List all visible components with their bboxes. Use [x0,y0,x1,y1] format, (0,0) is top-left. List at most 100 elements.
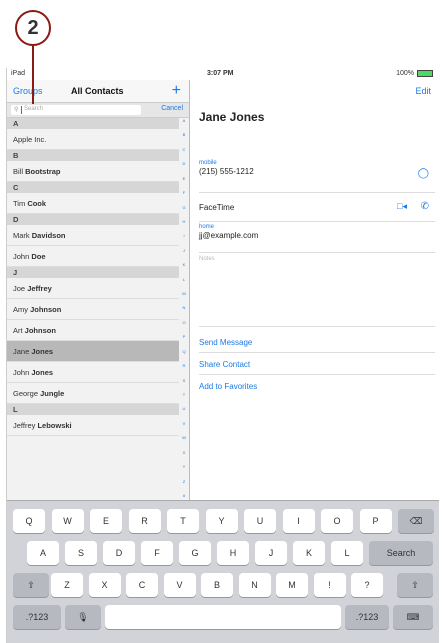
video-call-icon[interactable]: □◂ [397,201,407,212]
search-key[interactable]: Search [369,541,433,565]
contact-last-name: Jeffrey [27,284,52,293]
contact-last-name: Cook [27,199,47,208]
letter-key[interactable]: H [217,541,249,565]
groups-button[interactable]: Groups [13,86,43,96]
index-letter[interactable]: T [179,392,189,397]
letter-key[interactable]: C [126,573,158,597]
letter-key[interactable]: M [276,573,308,597]
delete-key[interactable]: ⌫ [398,509,434,533]
cancel-button[interactable]: Cancel [161,105,183,112]
index-letter[interactable]: M [179,291,189,296]
index-letter[interactable]: C [179,147,189,152]
letter-key[interactable]: K [293,541,325,565]
section-index[interactable]: A B C D E F G H I J K L M N O P Q R S T U V W X Y Z # [179,118,189,498]
letter-key[interactable]: A [27,541,59,565]
shift-key[interactable]: ⇧ [13,573,49,597]
letter-key[interactable]: R [128,509,161,533]
contact-first-name: George [13,389,41,398]
add-contact-button[interactable]: + [172,82,181,100]
contact-row[interactable]: Mark Davidson [7,225,179,246]
index-letter[interactable]: J [179,248,189,253]
contact-row[interactable]: Amy Johnson [7,299,179,320]
index-letter[interactable]: S [179,378,189,383]
letter-key[interactable]: P [359,509,392,533]
contact-row[interactable]: George Jungle [7,383,179,404]
send-message-button[interactable]: Send Message [199,338,252,347]
index-letter[interactable]: R [179,363,189,368]
index-letter[interactable]: Z [179,479,189,484]
contact-first-name: Jane [13,347,32,356]
letter-key[interactable]: L [331,541,363,565]
space-bar[interactable] [105,605,341,629]
contact-row[interactable]: Jeffrey Lebowski [7,415,179,436]
letter-key[interactable]: J [255,541,287,565]
contact-row[interactable]: Bill Bootstrap [7,161,179,182]
letter-key[interactable]: Y [205,509,238,533]
contact-row[interactable]: John Jones [7,362,179,383]
letter-key[interactable]: S [65,541,97,565]
letter-key[interactable]: T [167,509,199,533]
contact-row[interactable]: Jane Jones [7,341,179,362]
hide-keyboard-key[interactable]: ⌨ [393,605,433,629]
letter-key[interactable]: O [321,509,353,533]
index-letter[interactable]: O [179,320,189,325]
dictation-key[interactable]: 🎙 [65,605,101,629]
add-to-favorites-button[interactable]: Add to Favorites [199,382,257,391]
contact-first-name: Tim [13,199,28,208]
edit-button[interactable]: Edit [415,86,431,96]
contact-row[interactable]: Apple Inc. [7,129,179,150]
letter-key[interactable]: N [238,573,271,597]
mobile-field[interactable]: mobile (215) 555-1212 ◯ [199,160,435,193]
numbers-key[interactable]: .?123 [13,605,61,629]
letter-key[interactable]: X [88,573,121,597]
letter-key[interactable]: W [51,509,84,533]
letter-key[interactable]: Z [51,573,83,597]
contact-row[interactable]: Joe Jeffrey [7,278,179,299]
index-letter[interactable]: G [179,205,189,210]
message-icon[interactable]: ◯ [418,168,429,179]
letter-key[interactable]: Q [13,509,45,533]
section-header: B [7,150,179,161]
notes-field[interactable]: Notes [199,256,435,327]
index-letter[interactable]: Y [179,464,189,469]
letter-key[interactable]: G [179,541,211,565]
search-input[interactable]: ⚲ Search [11,105,141,115]
contact-row[interactable]: John Doe [7,246,179,267]
index-letter[interactable]: U [179,406,189,411]
email-value[interactable]: jj@example.com [199,231,435,240]
email-field[interactable]: home jj@example.com [199,224,435,253]
index-letter[interactable]: E [179,176,189,181]
index-letter[interactable]: N [179,305,189,310]
shift-key[interactable]: ⇧ [397,573,433,597]
contacts-list-pane: Groups All Contacts + ⚲ Search Cancel AA… [7,80,190,500]
index-letter[interactable]: P [179,334,189,339]
index-letter[interactable]: K [179,262,189,267]
letter-key[interactable]: F [141,541,173,565]
index-letter[interactable]: X [179,450,189,455]
letter-key[interactable]: D [103,541,135,565]
index-letter[interactable]: I [179,233,189,238]
letter-key[interactable]: E [90,509,122,533]
letter-key[interactable]: V [163,573,196,597]
index-letter[interactable]: D [179,161,189,166]
letter-key[interactable]: B [201,573,233,597]
index-letter[interactable]: W [179,435,189,440]
index-letter[interactable]: H [179,219,189,224]
index-letter[interactable]: B [179,132,189,137]
letter-key[interactable]: ! [313,573,346,597]
letter-key[interactable]: I [282,509,315,533]
phone-icon[interactable]: ✆ [421,201,429,212]
contact-row[interactable]: Art Johnson [7,320,179,341]
letter-key[interactable]: U [244,509,276,533]
contact-row[interactable]: Tim Cook [7,193,179,214]
index-letter[interactable]: L [179,277,189,282]
index-letter[interactable]: F [179,190,189,195]
letter-key[interactable]: ? [351,573,383,597]
index-letter[interactable]: V [179,421,189,426]
share-contact-button[interactable]: Share Contact [199,360,250,369]
numbers-key[interactable]: .?123 [345,605,389,629]
index-letter[interactable]: A [179,118,189,123]
mobile-number[interactable]: (215) 555-1212 [199,167,435,176]
index-letter[interactable]: Q [179,349,189,354]
index-letter[interactable]: # [179,493,189,498]
